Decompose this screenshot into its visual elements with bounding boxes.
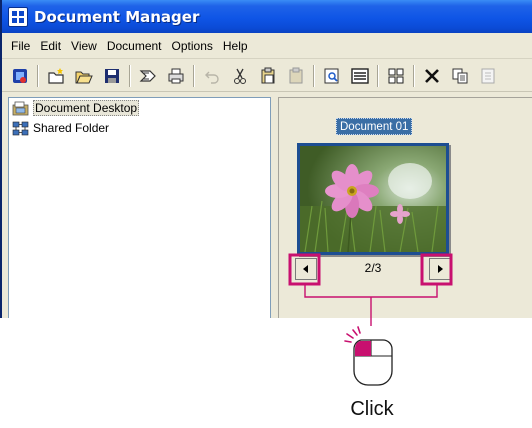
cut-icon[interactable] bbox=[228, 64, 252, 88]
preview-icon[interactable] bbox=[320, 64, 344, 88]
menu-document[interactable]: Document bbox=[102, 39, 167, 53]
menu-edit[interactable]: Edit bbox=[35, 39, 66, 53]
toolbar-separator bbox=[129, 64, 131, 87]
shared-folder-icon bbox=[12, 121, 29, 135]
paste-icon[interactable] bbox=[284, 64, 308, 88]
menu-options[interactable]: Options bbox=[167, 39, 218, 53]
triangle-right-icon bbox=[438, 265, 443, 273]
toolbar-separator bbox=[193, 64, 195, 87]
toolbar-separator bbox=[413, 64, 415, 87]
open-folder-icon[interactable] bbox=[72, 64, 96, 88]
flower-photo bbox=[300, 146, 446, 252]
page-navigation: 2/3 bbox=[295, 258, 451, 282]
menu-view[interactable]: View bbox=[66, 39, 102, 53]
copy-icon[interactable] bbox=[256, 64, 280, 88]
new-folder-icon[interactable] bbox=[44, 64, 68, 88]
document-manager-window: Document Manager File Edit View Document… bbox=[0, 0, 532, 318]
toolbar-separator bbox=[37, 64, 39, 87]
thumbnail-view-icon[interactable] bbox=[384, 64, 408, 88]
menu-help[interactable]: Help bbox=[218, 39, 253, 53]
document-name-label[interactable]: Document 01 bbox=[336, 118, 413, 135]
desktop-folder-icon bbox=[12, 101, 29, 115]
app-icon bbox=[8, 6, 28, 27]
undo-icon[interactable] bbox=[200, 64, 224, 88]
page-indicator: 2/3 bbox=[364, 261, 382, 275]
tree-item-document-desktop[interactable]: Document Desktop bbox=[9, 98, 270, 118]
tree-item-label: Shared Folder bbox=[33, 121, 110, 135]
toolbar-separator bbox=[377, 64, 379, 87]
print-icon[interactable] bbox=[164, 64, 188, 88]
click-label: Click bbox=[350, 398, 394, 420]
window-title: Document Manager bbox=[34, 7, 200, 26]
save-icon[interactable] bbox=[100, 64, 124, 88]
delete-icon[interactable] bbox=[420, 64, 444, 88]
document-manager-icon[interactable] bbox=[8, 64, 32, 88]
toolbar-separator bbox=[313, 64, 315, 87]
duplicate-icon[interactable] bbox=[448, 64, 472, 88]
list-view-icon[interactable] bbox=[348, 64, 372, 88]
document-thumbnail[interactable] bbox=[297, 143, 449, 255]
toolbar bbox=[2, 60, 532, 92]
mouse-icon bbox=[344, 326, 393, 386]
menu-file[interactable]: File bbox=[6, 39, 35, 53]
send-icon[interactable] bbox=[136, 64, 160, 88]
folder-tree: Document Desktop Shared Folder bbox=[8, 97, 271, 318]
document-view: Document 01 2/3 bbox=[278, 97, 532, 318]
menu-bar: File Edit View Document Options Help bbox=[2, 33, 532, 59]
tree-item-shared-folder[interactable]: Shared Folder bbox=[9, 118, 270, 138]
properties-icon[interactable] bbox=[476, 64, 500, 88]
tree-item-label: Document Desktop bbox=[33, 100, 140, 116]
next-page-button[interactable] bbox=[429, 258, 451, 280]
title-bar: Document Manager bbox=[2, 0, 532, 33]
